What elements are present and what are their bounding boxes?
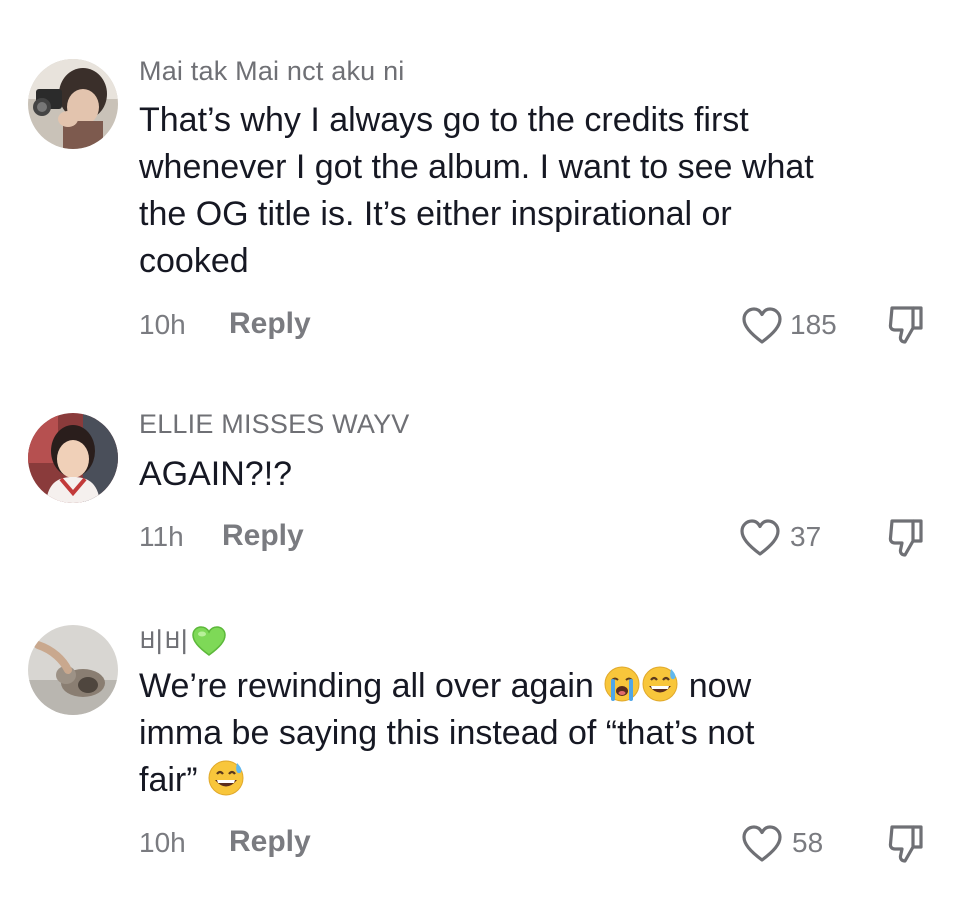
avatar[interactable] bbox=[28, 625, 118, 715]
grinning-sweat-face-emoji bbox=[207, 759, 245, 797]
comment-text-segment: We’re rewinding all over again bbox=[139, 667, 594, 705]
reply-button[interactable]: Reply bbox=[229, 825, 311, 859]
comment-timestamp: 10h bbox=[139, 827, 186, 858]
comment-username[interactable]: 비비 bbox=[139, 621, 227, 660]
comment-text-line: fair” bbox=[139, 757, 929, 804]
comment-username-text: 비비 bbox=[139, 628, 190, 658]
comment-item: 비비 We’re rewinding all over again now im… bbox=[0, 0, 960, 900]
thumbs-down-icon[interactable] bbox=[886, 823, 926, 865]
heart-outline-icon[interactable] bbox=[740, 824, 784, 864]
green-heart-emoji bbox=[191, 625, 227, 657]
comment-text-line: We’re rewinding all over again now bbox=[139, 663, 929, 710]
grinning-sweat-face-emoji bbox=[641, 665, 679, 703]
loudly-crying-face-emoji bbox=[603, 665, 641, 703]
comment-text-line: imma be saying this instead of “that’s n… bbox=[139, 714, 755, 752]
comment-text-segment: now bbox=[688, 667, 752, 705]
like-count: 58 bbox=[792, 827, 824, 858]
comment-text-segment: fair” bbox=[139, 761, 198, 799]
comment-text: We’re rewinding all over again now imma … bbox=[139, 663, 929, 804]
